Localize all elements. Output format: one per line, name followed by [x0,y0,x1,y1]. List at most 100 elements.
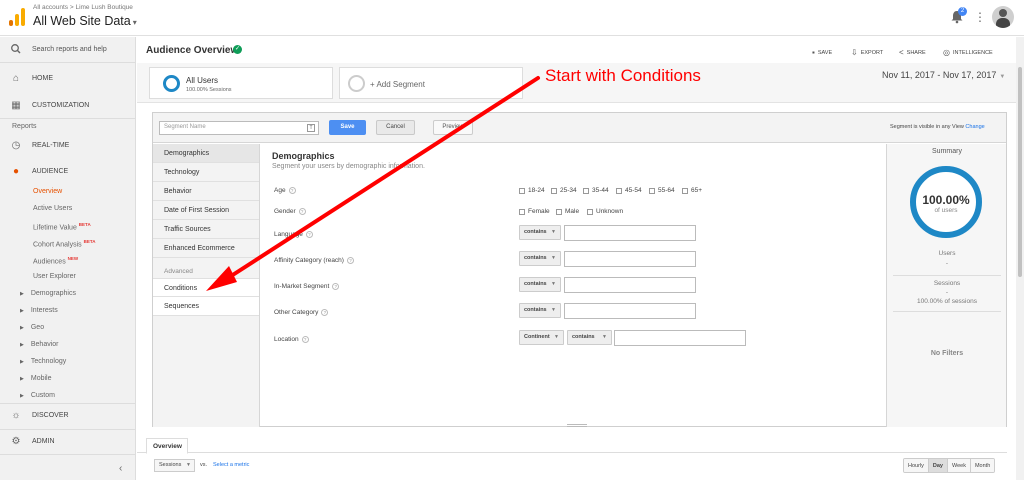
sidebar-item-customization[interactable]: ▦ CUSTOMIZATION [0,95,136,115]
sub-label: Cohort Analysis [33,241,82,249]
sidebar-expand-geo[interactable]: ▶ Geo [20,324,44,331]
sidebar-sub-cohort-analysis[interactable]: Cohort Analysis BETA [33,239,96,248]
other-category-value-input[interactable] [564,303,696,319]
person-icon: ● [12,165,20,177]
preview-button[interactable]: Preview [433,120,473,135]
page-scrollbar[interactable] [1016,37,1024,480]
triangle-right-icon: ▶ [20,342,24,348]
analytics-logo-icon[interactable] [9,8,25,26]
help-icon[interactable]: ? [321,309,329,316]
age-checkbox-35-44[interactable]: 35-44 [583,187,609,194]
sidebar-sub-active-users[interactable]: Active Users [33,205,72,212]
intelligence-button[interactable]: ◎ INTELLIGENCE [943,48,993,57]
sidebar-item-admin[interactable]: ⚙ ADMIN [0,431,136,451]
inmarket-value-input[interactable] [564,277,696,293]
select-metric-link[interactable]: Select a metric [213,462,249,468]
checkbox-label: Unknown [596,208,624,215]
sidebar-expand-demographics[interactable]: ▶ Demographics [20,290,76,297]
gender-checkbox-female[interactable]: Female [519,208,550,215]
collapse-sidebar-icon[interactable]: ‹ [119,463,122,474]
save-label: SAVE [817,49,833,56]
help-icon[interactable]: ? [298,208,306,215]
age-checkbox-25-34[interactable]: 25-34 [551,187,577,194]
account-breadcrumb[interactable]: All accounts > Lime Lush Boutique [33,4,133,11]
language-value-input[interactable] [564,225,696,241]
segment-name-input[interactable]: Segment Name T [159,121,319,135]
sidebar-item-label: DISCOVER [32,411,69,419]
expand-label: Custom [30,392,55,399]
sidebar-expand-custom[interactable]: ▶ Custom [20,392,55,399]
sidebar-search[interactable]: Search reports and help [0,39,136,59]
share-button[interactable]: < SHARE [899,48,926,57]
add-segment-button[interactable]: + Add Segment [339,67,523,99]
affinity-value-input[interactable] [564,251,696,267]
tab-demographics[interactable]: Demographics [153,144,259,163]
age-checkbox-65-plus[interactable]: 65+ [682,187,702,194]
visibility-text: Segment is visible in any View [890,124,964,130]
gender-checkbox-male[interactable]: Male [556,208,579,215]
sidebar-sub-user-explorer[interactable]: User Explorer [33,273,76,280]
tab-technology[interactable]: Technology [153,163,259,182]
affinity-operator-select[interactable]: contains ▼ [519,251,561,266]
help-icon[interactable]: ? [346,257,354,264]
cancel-button[interactable]: Cancel [376,120,415,135]
sidebar-item-discover[interactable]: ☼ DISCOVER [0,405,136,425]
metric-select[interactable]: Sessions ▼ [154,459,195,472]
checkbox-icon [616,187,622,194]
resize-handle[interactable] [567,424,587,427]
tab-sequences[interactable]: Sequences [153,297,259,316]
help-icon[interactable]: ? [288,187,296,194]
sidebar-expand-technology[interactable]: ▶ Technology [20,358,66,365]
sidebar-item-home[interactable]: ⌂ HOME [0,68,136,88]
other-category-operator-select[interactable]: contains ▼ [519,303,561,318]
language-operator-select[interactable]: contains ▼ [519,225,561,240]
location-type-select[interactable]: Continent ▼ [519,330,564,345]
triangle-right-icon: ▶ [20,393,24,399]
home-icon: ⌂ [12,72,20,84]
sidebar-item-audience[interactable]: ● AUDIENCE [0,161,136,181]
age-checkbox-55-64[interactable]: 55-64 [649,187,675,194]
tab-enhanced-ecommerce[interactable]: Enhanced Ecommerce [153,239,259,258]
checkbox-label: 18-24 [528,187,545,194]
help-icon[interactable]: ? [301,336,309,343]
avatar[interactable] [992,6,1014,28]
sidebar-expand-interests[interactable]: ▶ Interests [20,307,58,314]
export-button[interactable]: ⇩ EXPORT [851,48,883,57]
more-vert-icon[interactable]: ⋮ [974,10,986,24]
gender-checkbox-unknown[interactable]: Unknown [587,208,623,215]
granularity-month[interactable]: Month [970,459,995,472]
granularity-week[interactable]: Week [948,459,971,472]
tab-conditions[interactable]: Conditions [153,278,259,297]
tab-overview[interactable]: Overview [146,438,188,454]
scroll-thumb[interactable] [1018,67,1022,277]
reports-heading: Reports [12,123,37,130]
save-report-button[interactable]: ▪ SAVE [812,48,832,57]
sidebar-expand-behavior[interactable]: ▶ Behavior [20,341,59,348]
checkbox-label: Male [565,208,580,215]
save-button[interactable]: Save [329,120,366,135]
sidebar-sub-overview[interactable]: Overview [33,188,62,195]
location-operator-select[interactable]: contains ▼ [567,330,612,345]
age-checkbox-45-54[interactable]: 45-54 [616,187,642,194]
help-icon[interactable]: ? [305,231,313,238]
granularity-day[interactable]: Day [928,459,948,472]
change-link[interactable]: Change [965,124,984,130]
location-value-input[interactable] [614,330,746,346]
date-range-picker[interactable]: Nov 11, 2017 - Nov 17, 2017 ▼ [882,70,1005,80]
segment-all-users[interactable]: All Users 100.00% Sessions [149,67,333,99]
tab-date-of-first-session[interactable]: Date of First Session [153,201,259,220]
account-selector[interactable]: All Web Site Data ▾ [33,14,137,28]
checkbox-icon [587,208,593,215]
sidebar-sub-lifetime-value[interactable]: Lifetime Value BETA [33,222,91,231]
help-icon[interactable]: ? [332,283,340,290]
sidebar-expand-mobile[interactable]: ▶ Mobile [20,375,51,382]
sidebar-sub-audiences[interactable]: Audiences NEW [33,256,78,265]
tab-traffic-sources[interactable]: Traffic Sources [153,220,259,239]
inmarket-operator-select[interactable]: contains ▼ [519,277,561,292]
age-checkbox-18-24[interactable]: 18-24 [519,187,545,194]
chevron-down-icon: ▼ [999,74,1006,80]
granularity-hourly[interactable]: Hourly [904,459,929,472]
divider [893,311,1001,312]
tab-behavior[interactable]: Behavior [153,182,259,201]
sidebar-item-realtime[interactable]: ◷ REAL-TIME [0,135,136,155]
